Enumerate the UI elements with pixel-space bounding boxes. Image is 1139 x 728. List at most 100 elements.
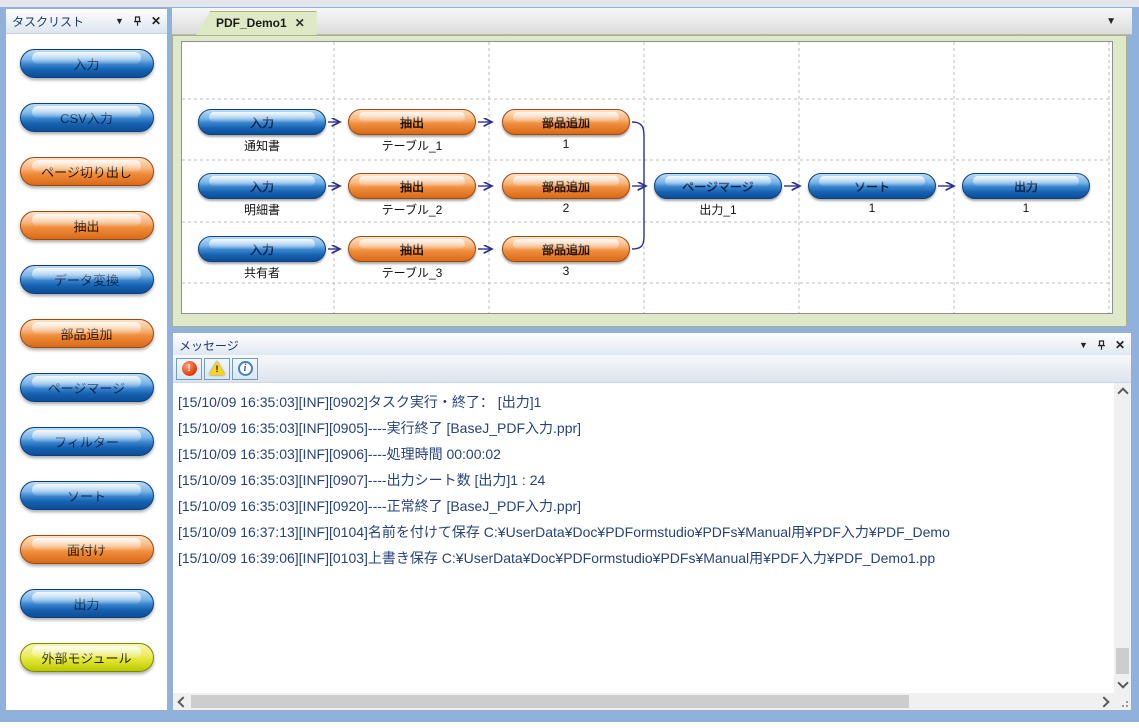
log-line: [15/10/09 16:35:03][INF][0905]----実行終了 [… [178,415,1109,441]
task-button-add-part[interactable]: 部品追加 [20,319,154,348]
task-button-input[interactable]: 入力 [20,49,154,78]
flow-node-label: 入力 [250,178,274,195]
flow-node-output[interactable]: 出力 [962,173,1090,199]
scroll-left-button[interactable] [173,693,190,710]
task-button-page-merge[interactable]: ページマージ [20,373,154,402]
flow-node-subtitle: 通知書 [198,137,326,154]
task-button-convert[interactable]: データ変換 [20,265,154,294]
task-button-label: データ変換 [54,270,119,289]
flow-node-input-1[interactable]: 入力 [198,109,326,135]
message-toolbar: ! ! i [173,355,1131,383]
tab-label: PDF_Demo1 [216,16,287,30]
flow-node-subtitle: 1 [962,201,1090,215]
panel-close-icon[interactable]: ✕ [1115,338,1125,352]
filter-info-button[interactable]: i [232,358,258,380]
task-button-label: 抽出 [73,216,99,235]
log-line: [15/10/09 16:35:03][INF][0902]タスク実行・終了： … [178,389,1109,415]
pin-icon[interactable] [133,16,142,27]
task-list-panel: タスクリスト ▼ ✕ 入力 CSV入力 ページ切り出し 抽出 データ変換 部品追… [5,8,168,711]
task-button-label: ページ切り出し [41,162,132,181]
panel-close-icon[interactable]: ✕ [151,14,161,28]
flow-node-pagemerge[interactable]: ページマージ [654,173,782,199]
flow-node-extract-3[interactable]: 抽出 [348,236,476,262]
filter-warnings-button[interactable]: ! [204,358,230,380]
flow-node-subtitle: 明細書 [198,201,326,218]
flow-node-label: 入力 [250,241,274,258]
flow-node-subtitle: 2 [502,201,630,215]
tab-close-icon[interactable]: ✕ [295,16,305,30]
flow-node-label: 抽出 [400,241,424,258]
task-button-page-extract[interactable]: ページ切り出し [20,157,154,186]
tab-pdf-demo1[interactable]: PDF_Demo1 ✕ [196,11,317,35]
task-button-csv-input[interactable]: CSV入力 [20,103,154,132]
flow-node-subtitle: テーブル_3 [348,264,476,281]
tablist-dropdown-icon[interactable]: ▼ [1106,17,1116,27]
main-area: PDF_Demo1 ✕ ▼ [172,8,1132,711]
filter-errors-button[interactable]: ! [176,358,202,380]
task-button-label: 部品追加 [60,324,112,343]
task-button-label: ページマージ [48,378,125,397]
task-button-label: 入力 [73,54,99,73]
flow-node-input-2[interactable]: 入力 [198,173,326,199]
flow-node-addpart-2[interactable]: 部品追加 [502,173,630,199]
window-top-band [0,0,1139,7]
flow-node-addpart-1[interactable]: 部品追加 [502,109,630,135]
task-button-label: CSV入力 [60,108,113,127]
flow-node-subtitle: 1 [502,137,630,151]
flow-node-extract-1[interactable]: 抽出 [348,109,476,135]
task-button-filter[interactable]: フィルター [20,427,154,456]
task-button-ext-module[interactable]: 外部モジュール [20,643,154,672]
error-icon: ! [182,361,197,376]
panel-menu-icon[interactable]: ▼ [1079,341,1088,350]
task-button-label: ソート [67,486,106,505]
log-line: [15/10/09 16:35:03][INF][0906]----処理時間 0… [178,441,1109,467]
log-line: [15/10/09 16:37:13][INF][0104]名前を付けて保存 C… [178,519,1109,545]
vertical-scrollbar[interactable] [1114,383,1131,693]
task-button-sort[interactable]: ソート [20,481,154,510]
pin-icon[interactable] [1097,340,1106,351]
flow-node-extract-2[interactable]: 抽出 [348,173,476,199]
log-line: [15/10/09 16:39:06][INF][0103]上書き保存 C:¥U… [178,545,1109,571]
horizontal-scroll-thumb[interactable] [191,695,909,708]
flow-node-subtitle: 1 [808,201,936,215]
task-button-label: 出力 [73,594,99,613]
flow-canvas[interactable]: 入力 通知書 抽出 テーブル_1 部品追加 1 入力 明細書 抽出 テーブル_2… [181,41,1113,314]
message-panel-title: メッセージ [179,337,239,354]
info-icon: i [238,361,253,376]
flow-node-label: 部品追加 [542,178,590,195]
flow-node-subtitle: 3 [502,264,630,278]
task-button-label: 面付け [67,540,106,559]
horizontal-scrollbar[interactable] [173,693,1114,710]
flow-node-subtitle: 共有者 [198,264,326,281]
flow-node-label: ソート [854,178,890,195]
task-button-extract[interactable]: 抽出 [20,211,154,240]
app-window: タスクリスト ▼ ✕ 入力 CSV入力 ページ切り出し 抽出 データ変換 部品追… [0,0,1139,722]
flow-node-label: 部品追加 [542,114,590,131]
flow-node-input-3[interactable]: 入力 [198,236,326,262]
panel-menu-icon[interactable]: ▼ [115,17,124,26]
task-button-output[interactable]: 出力 [20,589,154,618]
flow-node-sort[interactable]: ソート [808,173,936,199]
vertical-scroll-thumb[interactable] [1116,648,1129,674]
scroll-down-button[interactable] [1114,676,1131,693]
task-button-imposition[interactable]: 面付け [20,535,154,564]
flow-node-subtitle: テーブル_2 [348,201,476,218]
warning-icon: ! [208,361,226,376]
flow-node-addpart-3[interactable]: 部品追加 [502,236,630,262]
scroll-up-button[interactable] [1114,383,1131,400]
flow-node-label: 部品追加 [542,241,590,258]
scroll-right-button[interactable] [1097,693,1114,710]
resize-grip[interactable] [1114,693,1131,710]
flow-node-subtitle: 出力_1 [654,201,782,218]
flow-node-label: ページマージ [682,178,754,195]
flow-node-label: 入力 [250,114,274,131]
flow-canvas-frame: 入力 通知書 抽出 テーブル_1 部品追加 1 入力 明細書 抽出 テーブル_2… [172,35,1127,327]
task-button-label: 外部モジュール [41,648,131,667]
task-button-label: フィルター [54,432,119,451]
document-tabstrip: PDF_Demo1 ✕ ▼ [172,8,1132,35]
task-list: 入力 CSV入力 ページ切り出し 抽出 データ変換 部品追加 ページマージ フィ… [6,34,167,672]
task-list-header: タスクリスト ▼ ✕ [6,9,167,34]
message-panel: メッセージ ▼ ✕ ! ! i [15/10/09 16:35 [172,332,1132,711]
log-line: [15/10/09 16:35:03][INF][0920]----正常終了 [… [178,493,1109,519]
message-log: [15/10/09 16:35:03][INF][0902]タスク実行・終了： … [174,383,1113,692]
